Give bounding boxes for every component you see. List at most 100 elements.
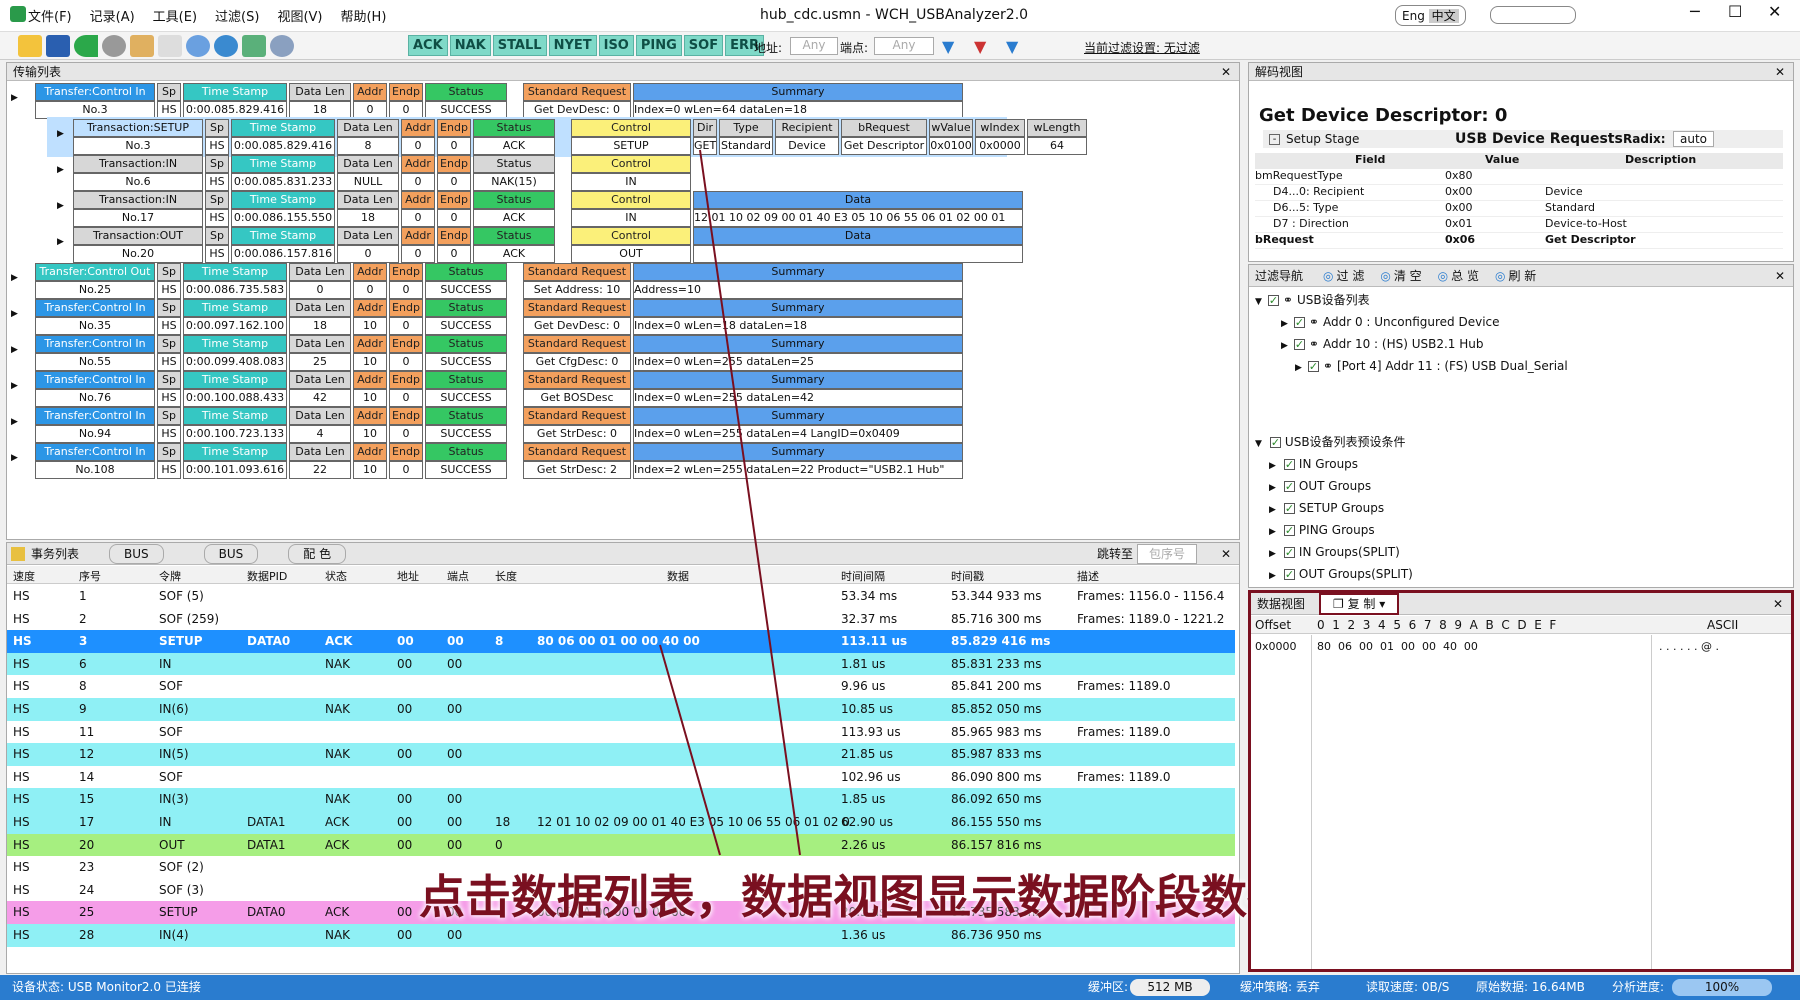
tree-item[interactable]: ▼ USB设备列表预设条件 xyxy=(1255,433,1413,453)
tree-item[interactable]: ▶ ⚭Addr 10 : (HS) USB2.1 Hub xyxy=(1255,335,1568,355)
expand-icon[interactable]: ▼ xyxy=(1255,297,1262,307)
nav-button-3[interactable]: ◎ 刷 新 xyxy=(1495,267,1536,285)
tree-label: IN Groups(SPLIT) xyxy=(1298,545,1400,559)
checkbox[interactable] xyxy=(1267,292,1279,310)
tree-item[interactable]: ▶ ⚭[Port 4] Addr 11 : (FS) USB Dual_Seria… xyxy=(1255,357,1568,377)
checkbox[interactable] xyxy=(1283,566,1295,584)
tree-item[interactable]: ▶ ⚭Addr 0 : Unconfigured Device xyxy=(1255,313,1568,333)
progress-value: 100% xyxy=(1704,980,1740,994)
data-view-header: 数据视图 ❐ 复 制 ▾ ✕ xyxy=(1251,592,1791,615)
radix-select[interactable]: auto xyxy=(1673,131,1715,147)
expand-icon[interactable]: ▶ xyxy=(1269,505,1276,515)
offset-divider xyxy=(1311,635,1312,969)
copy-button[interactable]: ❐ 复 制 ▾ xyxy=(1319,592,1400,615)
decode-row[interactable]: D7 : Direction 0x01 Device-to-Host xyxy=(1255,217,1783,233)
nav-button-label: 刷 新 xyxy=(1508,268,1537,283)
expand-icon[interactable]: ▶ xyxy=(1269,527,1276,537)
tree-item[interactable]: ▶ OUT Groups(SPLIT) xyxy=(1255,565,1413,585)
decode-row[interactable]: bmRequestType 0x80 xyxy=(1255,169,1783,185)
device-status: 设备状态: USB Monitor2.0 已连接 xyxy=(12,980,201,994)
expand-icon[interactable]: ▶ xyxy=(1269,461,1276,471)
checkbox[interactable] xyxy=(1293,336,1305,354)
tree-label: USB设备列表 xyxy=(1296,293,1370,307)
checkbox[interactable] xyxy=(1307,358,1319,376)
hex-offset: 0x0000 xyxy=(1255,640,1297,653)
decode-cell: 0x80 xyxy=(1445,169,1473,182)
progress-label: 分析进度: xyxy=(1612,980,1665,994)
nav-button-1[interactable]: ◎ 清 空 xyxy=(1380,267,1421,285)
collapse-icon[interactable]: - xyxy=(1269,133,1280,145)
checkbox[interactable] xyxy=(1283,478,1295,496)
read-speed: 读取速度: 0B/S xyxy=(1366,980,1450,994)
decode-cell: Get Descriptor xyxy=(1545,233,1636,246)
offset-label: Offset xyxy=(1255,618,1292,632)
tree-item[interactable]: ▶ SETUP Groups xyxy=(1255,499,1413,519)
decode-cell: bRequest xyxy=(1255,233,1314,246)
nav-buttons: ◎ 过 滤 ◎ 清 空 ◎ 总 览 ◎ 刷 新 xyxy=(1323,267,1552,285)
decode-cell: 0x06 xyxy=(1445,233,1476,246)
usb-icon: ⚭ xyxy=(1308,337,1319,351)
decode-cell: 0x01 xyxy=(1445,217,1473,230)
usb-icon: ⚭ xyxy=(1308,315,1319,329)
annotation-line-1 xyxy=(699,149,801,856)
ascii-divider xyxy=(1651,635,1652,969)
decode-table: Field Value Description bmRequestType 0x80 D4… xyxy=(1255,153,1783,249)
decode-row[interactable]: D4...0: Recipient 0x00 Device xyxy=(1255,185,1783,201)
close-icon[interactable]: ✕ xyxy=(1775,267,1785,285)
close-icon[interactable]: ✕ xyxy=(1775,63,1785,81)
decode-row[interactable]: bRequest 0x06 Get Descriptor xyxy=(1255,233,1783,249)
tree-label: SETUP Groups xyxy=(1298,501,1385,515)
proto-label: USB Device Requests xyxy=(1455,131,1623,147)
tree-item[interactable]: ▶ IN Groups xyxy=(1255,455,1413,475)
expand-icon[interactable]: ▶ xyxy=(1281,341,1288,351)
expand-icon[interactable]: ▶ xyxy=(1295,363,1302,373)
tree-label: USB设备列表预设条件 xyxy=(1284,435,1406,449)
expand-icon[interactable]: ▶ xyxy=(1281,319,1288,329)
checkbox[interactable] xyxy=(1283,456,1295,474)
checkbox[interactable] xyxy=(1283,544,1295,562)
decode-cell: bmRequestType xyxy=(1255,169,1343,182)
expand-icon[interactable]: ▼ xyxy=(1255,439,1262,449)
checkbox[interactable] xyxy=(1269,434,1281,452)
decode-cell: D7 : Direction xyxy=(1273,217,1349,230)
nav-button-label: 清 空 xyxy=(1393,268,1422,283)
tree-item[interactable]: ▶ OUT Groups xyxy=(1255,477,1413,497)
tree-item[interactable]: ▶ IN Groups(SPLIT) xyxy=(1255,543,1413,563)
usb-icon: ⚭ xyxy=(1322,359,1333,373)
close-icon[interactable]: ✕ xyxy=(1773,595,1783,613)
tree-label: Addr 0 : Unconfigured Device xyxy=(1322,315,1500,329)
tree-item[interactable]: ▼ ⚭USB设备列表 xyxy=(1255,291,1568,311)
decode-row[interactable]: D6...5: Type 0x00 Standard xyxy=(1255,201,1783,217)
decode-header-row: Field Value Description xyxy=(1255,153,1783,169)
tree-label: OUT Groups(SPLIT) xyxy=(1298,567,1413,581)
tree-label: [Port 4] Addr 11 : (FS) USB Dual_Serial xyxy=(1336,359,1568,373)
hex-header: Offset 0 1 2 3 4 5 6 7 8 9 A B C D E F A… xyxy=(1251,616,1791,634)
expand-icon[interactable]: ▶ xyxy=(1269,549,1276,559)
tree-label: Addr 10 : (HS) USB2.1 Hub xyxy=(1322,337,1484,351)
tree-item[interactable]: ▶ PING Groups xyxy=(1255,521,1413,541)
nav-button-label: 总 览 xyxy=(1451,268,1479,283)
filter-nav-title: 过滤导航 xyxy=(1255,268,1304,283)
checkbox[interactable] xyxy=(1283,522,1295,540)
nav-button-0[interactable]: ◎ 过 滤 xyxy=(1323,267,1364,285)
checkbox[interactable] xyxy=(1293,314,1305,332)
data-view-title: 数据视图 xyxy=(1257,596,1306,611)
expand-icon[interactable]: ▶ xyxy=(1269,483,1276,493)
annotation-line-2 xyxy=(659,644,721,856)
refresh-icon: ◎ xyxy=(1494,268,1506,283)
decode-stage-row: - Setup Stage USB Device Requests Radix:… xyxy=(1263,130,1783,148)
decode-cell: Device xyxy=(1545,185,1583,198)
checkbox[interactable] xyxy=(1283,500,1295,518)
filter-icon: ◎ xyxy=(1323,268,1334,283)
copy-label: 复 制 xyxy=(1347,596,1376,611)
decode-cell: Device-to-Host xyxy=(1545,217,1627,230)
hex-bytes: 80 06 00 01 00 00 40 00 xyxy=(1317,640,1478,653)
expand-icon[interactable]: ▶ xyxy=(1269,571,1276,581)
decode-cell: 0x00 xyxy=(1445,185,1473,198)
nav-button-2[interactable]: ◎ 总 览 xyxy=(1438,267,1479,285)
overview-icon: ◎ xyxy=(1437,268,1449,283)
decode-heading: Get Device Descriptor: 0 xyxy=(1259,105,1508,126)
status-bar: 设备状态: USB Monitor2.0 已连接 缓冲区: 512 MB 缓冲策… xyxy=(0,975,1800,1000)
decode-pane: 解码视图 ✕ Get Device Descriptor: 0 - Setup S… xyxy=(1248,62,1794,262)
tree-label: OUT Groups xyxy=(1298,479,1372,493)
